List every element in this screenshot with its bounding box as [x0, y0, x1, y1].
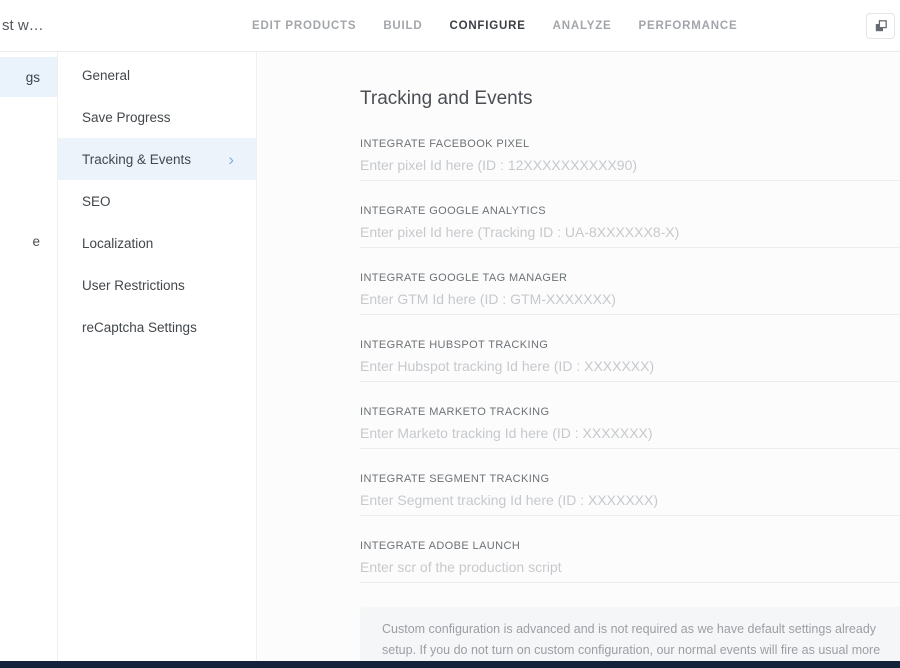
chevron-right-icon: ›: [228, 151, 234, 168]
sidebar-item-label: SEO: [82, 194, 111, 209]
custom-config-notice: Custom configuration is advanced and is …: [360, 607, 900, 661]
adobe-launch-input[interactable]: [360, 556, 900, 583]
sidebar-item-label: Tracking & Events: [82, 152, 191, 167]
marketo-tracking-input[interactable]: [360, 422, 900, 449]
field-segment-tracking: INTEGRATE SEGMENT TRACKING: [360, 473, 900, 516]
nav-analyze[interactable]: ANALYZE: [553, 20, 612, 32]
field-label: INTEGRATE MARKETO TRACKING: [360, 406, 900, 419]
nav-edit-products[interactable]: EDIT PRODUCTS: [252, 20, 356, 32]
sidebar-item-label: Save Progress: [82, 110, 171, 125]
tracking-form: INTEGRATE FACEBOOK PIXEL INTEGRATE GOOGL…: [360, 138, 900, 583]
sidebar-item-recaptcha-settings[interactable]: reCaptcha Settings: [58, 306, 256, 348]
rail-item-label: gs: [26, 70, 40, 85]
sidebar-item-label: General: [82, 68, 130, 83]
overlapping-squares-icon: [873, 18, 889, 34]
field-label: INTEGRATE SEGMENT TRACKING: [360, 473, 900, 486]
notice-text: Custom configuration is advanced and is …: [382, 622, 880, 661]
sidebar-item-user-restrictions[interactable]: User Restrictions: [58, 264, 256, 306]
nav-build[interactable]: BUILD: [383, 20, 422, 32]
hubspot-tracking-input[interactable]: [360, 355, 900, 382]
field-adobe-launch: INTEGRATE ADOBE LAUNCH: [360, 540, 900, 583]
top-header: st w… EDIT PRODUCTS BUILD CONFIGURE ANAL…: [0, 0, 900, 52]
google-tag-manager-input[interactable]: [360, 288, 900, 315]
field-label: INTEGRATE FACEBOOK PIXEL: [360, 138, 900, 151]
sidebar-item-localization[interactable]: Localization: [58, 222, 256, 264]
nav-configure[interactable]: CONFIGURE: [449, 20, 525, 32]
field-google-analytics: INTEGRATE GOOGLE ANALYTICS: [360, 205, 900, 248]
sidebar-item-seo[interactable]: SEO: [58, 180, 256, 222]
field-label: INTEGRATE GOOGLE TAG MANAGER: [360, 272, 900, 285]
sidebar-item-label: reCaptcha Settings: [82, 320, 197, 335]
nav-performance[interactable]: PERFORMANCE: [639, 20, 738, 32]
top-nav: EDIT PRODUCTS BUILD CONFIGURE ANALYZE PE…: [252, 0, 737, 52]
sidebar-item-label: User Restrictions: [82, 278, 185, 293]
window-view-button[interactable]: [866, 13, 895, 39]
page-title: Tracking and Events: [360, 88, 900, 110]
field-hubspot-tracking: INTEGRATE HUBSPOT TRACKING: [360, 339, 900, 382]
settings-sidebar: General Save Progress Tracking & Events …: [58, 52, 257, 661]
field-facebook-pixel: INTEGRATE FACEBOOK PIXEL: [360, 138, 900, 181]
field-marketo-tracking: INTEGRATE MARKETO TRACKING: [360, 406, 900, 449]
main-panel: Tracking and Events INTEGRATE FACEBOOK P…: [258, 52, 900, 661]
rail-item-truncated[interactable]: e: [32, 234, 40, 250]
field-label: INTEGRATE GOOGLE ANALYTICS: [360, 205, 900, 218]
field-label: INTEGRATE ADOBE LAUNCH: [360, 540, 900, 553]
left-rail: gs e: [0, 52, 58, 661]
segment-tracking-input[interactable]: [360, 489, 900, 516]
sidebar-item-label: Localization: [82, 236, 153, 251]
sidebar-item-save-progress[interactable]: Save Progress: [58, 96, 256, 138]
facebook-pixel-input[interactable]: [360, 154, 900, 181]
field-label: INTEGRATE HUBSPOT TRACKING: [360, 339, 900, 352]
field-google-tag-manager: INTEGRATE GOOGLE TAG MANAGER: [360, 272, 900, 315]
google-analytics-input[interactable]: [360, 221, 900, 248]
bottom-accent-bar: [0, 661, 900, 668]
sidebar-item-general[interactable]: General: [58, 54, 256, 96]
rail-item-label: e: [32, 234, 40, 249]
sidebar-item-tracking-events[interactable]: Tracking & Events ›: [58, 138, 256, 180]
rail-item-settings[interactable]: gs: [0, 57, 57, 97]
app-title: st w…: [2, 17, 44, 34]
